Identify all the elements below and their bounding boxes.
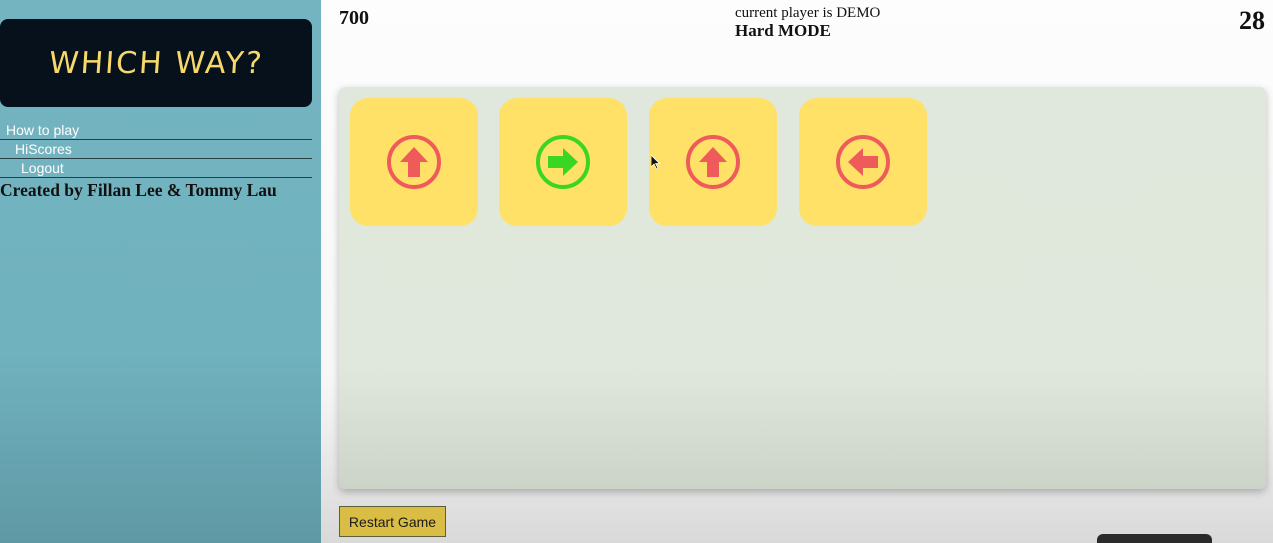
sidebar-nav: How to play HiScores Logout [0, 121, 312, 178]
game-app: WHICH WAY? How to play HiScores Logout C… [0, 0, 1273, 543]
sidebar: WHICH WAY? How to play HiScores Logout C… [0, 0, 321, 543]
arrow-card-1[interactable] [350, 98, 478, 226]
arrow-card-3[interactable] [649, 98, 777, 226]
player-info: current player is DEMO Hard MODE [735, 5, 880, 41]
arrow-right-circle-icon [536, 135, 590, 189]
arrow-up-circle-icon [387, 135, 441, 189]
score: 700 [339, 7, 369, 29]
timer: 28 [1239, 6, 1265, 35]
arrow-card-2[interactable] [499, 98, 627, 226]
credits: Created by Fillan Lee & Tommy Lau [0, 180, 277, 200]
nav-logout[interactable]: Logout [0, 159, 312, 178]
nav-how-to-play[interactable]: How to play [0, 121, 312, 140]
nav-hiscores[interactable]: HiScores [0, 140, 312, 159]
game-board [339, 87, 1266, 489]
overlay-tab [1097, 534, 1212, 543]
current-player: current player is DEMO [735, 5, 881, 21]
game-mode: Hard MODE [735, 21, 831, 40]
mouse-cursor-icon [651, 155, 661, 170]
arrow-card-4[interactable] [799, 98, 927, 226]
logo: WHICH WAY? [0, 19, 312, 107]
arrow-up-circle-icon [686, 135, 740, 189]
logo-text: WHICH WAY? [47, 45, 265, 81]
arrow-left-circle-icon [836, 135, 890, 189]
restart-game-button[interactable]: Restart Game [339, 506, 446, 537]
